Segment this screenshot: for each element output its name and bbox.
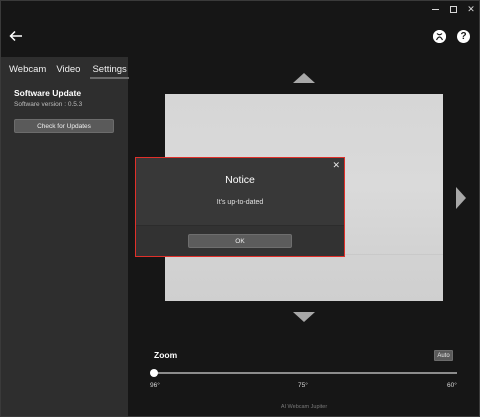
close-icon[interactable]: ✕ — [332, 160, 340, 171]
zoom-label: Zoom — [154, 350, 178, 360]
dialog-title: Notice — [225, 174, 255, 186]
arrow-left-icon[interactable] — [8, 29, 24, 43]
tab-video[interactable]: Video — [56, 57, 80, 81]
zoom-slider-thumb[interactable] — [150, 369, 158, 377]
zoom-tick-max: 60° — [447, 382, 457, 389]
help-icon[interactable]: ? — [457, 30, 470, 43]
app-footer: AI Webcam Jupiter — [280, 404, 328, 410]
xbox-account-icon[interactable] — [433, 30, 446, 43]
triangle-down-icon[interactable] — [293, 312, 315, 322]
maximize-icon[interactable] — [444, 0, 462, 18]
triangle-up-icon[interactable] — [293, 73, 315, 83]
software-version: Software version : 0.5.3 — [14, 101, 83, 108]
zoom-tick-mid: 75° — [298, 382, 308, 389]
notice-dialog: ✕ Notice It's up-to-dated OK — [135, 157, 345, 257]
section-title: Software Update — [14, 88, 82, 98]
dialog-divider — [136, 225, 344, 226]
check-for-updates-button[interactable]: Check for Updates — [14, 119, 114, 133]
tab-settings[interactable]: Settings — [90, 57, 130, 81]
ok-button[interactable]: OK — [188, 234, 292, 248]
tab-bar: Webcam Video Settings — [1, 57, 130, 81]
zoom-tick-min: 96° — [150, 382, 160, 389]
window-controls: ✕ — [426, 0, 480, 18]
triangle-right-icon[interactable] — [456, 187, 466, 209]
zoom-slider-track[interactable] — [154, 372, 457, 374]
close-icon[interactable]: ✕ — [462, 0, 480, 18]
dialog-message: It's up-to-dated — [216, 199, 264, 206]
minimize-icon[interactable] — [426, 0, 444, 18]
sidebar: Webcam Video Settings Software Update So… — [1, 57, 130, 416]
tab-webcam[interactable]: Webcam — [9, 57, 46, 81]
auto-zoom-button[interactable]: Auto — [434, 350, 453, 361]
